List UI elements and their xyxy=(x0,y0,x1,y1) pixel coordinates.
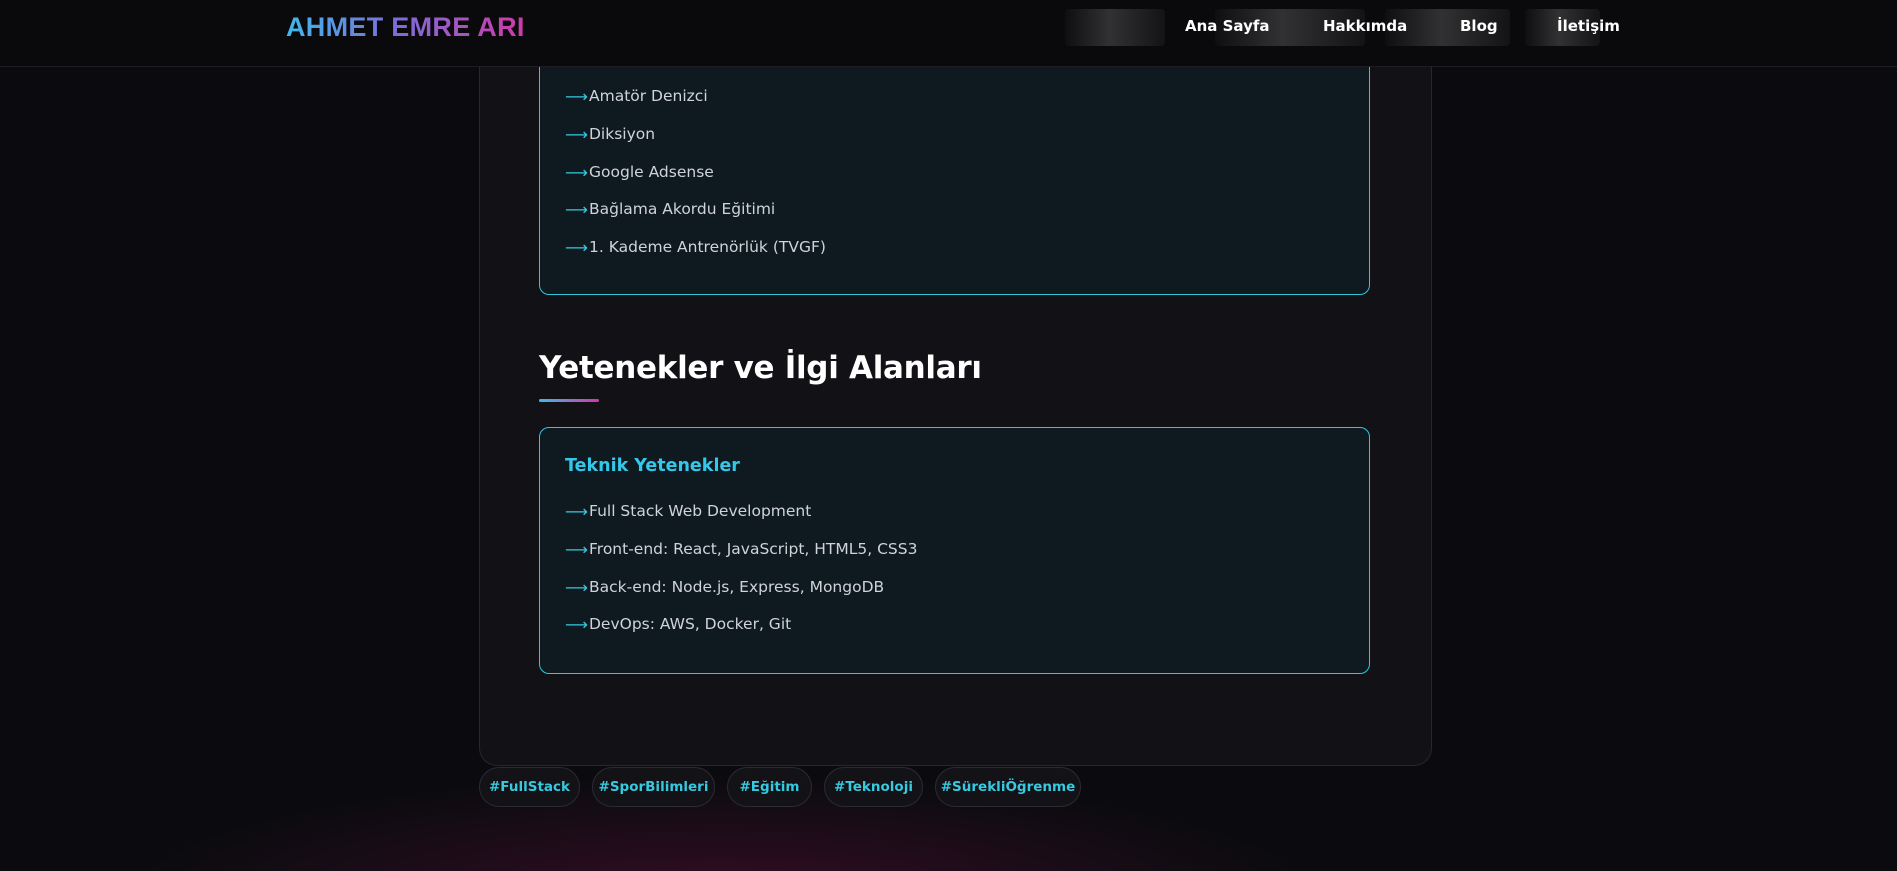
list-item: ⟶ Back-end: Node.js, Express, MongoDB xyxy=(565,577,884,597)
list-item: ⟶ Front-end: React, JavaScript, HTML5, C… xyxy=(565,539,917,559)
nav-link-ana-sayfa[interactable]: Ana Sayfa xyxy=(1185,17,1270,35)
arrow-right-icon: ⟶ xyxy=(565,162,588,182)
technical-skills-heading: Teknik Yetenekler xyxy=(565,456,740,476)
list-item-text: Bağlama Akordu Eğitimi xyxy=(589,200,776,218)
list-item-text: Google Adsense xyxy=(589,163,714,181)
list-item: ⟶ Amatör Denizci xyxy=(565,86,708,106)
arrow-right-icon: ⟶ xyxy=(565,199,588,219)
arrow-right-icon: ⟶ xyxy=(565,539,588,559)
list-item: ⟶ 1. Kademe Antrenörlük (TVGF) xyxy=(565,237,826,257)
list-item-text: Front-end: React, JavaScript, HTML5, CSS… xyxy=(589,540,918,558)
tag-fullstack[interactable]: #FullStack xyxy=(479,767,580,807)
list-item-text: Diksiyon xyxy=(589,125,656,143)
list-item-text: 1. Kademe Antrenörlük (TVGF) xyxy=(589,238,826,256)
list-item: ⟶ Diksiyon xyxy=(565,124,655,144)
tag-egitim[interactable]: #Eğitim xyxy=(727,767,812,807)
list-item: ⟶ Full Stack Web Development xyxy=(565,501,811,521)
arrow-right-icon: ⟶ xyxy=(565,614,588,634)
list-item: ⟶ Google Adsense xyxy=(565,162,714,182)
nav-link-iletisim[interactable]: İletişim xyxy=(1557,17,1620,35)
nav-link-blog[interactable]: Blog xyxy=(1460,17,1498,35)
section-title: Yetenekler ve İlgi Alanları xyxy=(539,350,982,386)
list-item-text: Full Stack Web Development xyxy=(589,502,812,520)
list-item: ⟶ DevOps: AWS, Docker, Git xyxy=(565,614,791,634)
arrow-right-icon: ⟶ xyxy=(565,577,588,597)
nav-link-hakkimda[interactable]: Hakkımda xyxy=(1323,17,1407,35)
list-item-text: DevOps: AWS, Docker, Git xyxy=(589,615,792,633)
tag-sporbilimleri[interactable]: #SporBilimleri xyxy=(592,767,715,807)
arrow-right-icon: ⟶ xyxy=(565,86,588,106)
tag-teknoloji[interactable]: #Teknoloji xyxy=(824,767,923,807)
nav-hover-highlight xyxy=(1065,9,1165,46)
list-item-text: Back-end: Node.js, Express, MongoDB xyxy=(589,578,885,596)
list-item: ⟶ Bağlama Akordu Eğitimi xyxy=(565,199,775,219)
arrow-right-icon: ⟶ xyxy=(565,501,588,521)
site-logo[interactable]: AHMET EMRE ARI xyxy=(286,12,525,43)
top-navbar: AHMET EMRE ARI Ana Sayfa Hakkımda Blog İ… xyxy=(0,0,1897,67)
list-item-text: Amatör Denizci xyxy=(589,87,708,105)
arrow-right-icon: ⟶ xyxy=(565,124,588,144)
title-underline xyxy=(539,399,599,402)
arrow-right-icon: ⟶ xyxy=(565,237,588,257)
tag-surekliogrenme[interactable]: #SürekliÖğrenme xyxy=(935,767,1081,807)
